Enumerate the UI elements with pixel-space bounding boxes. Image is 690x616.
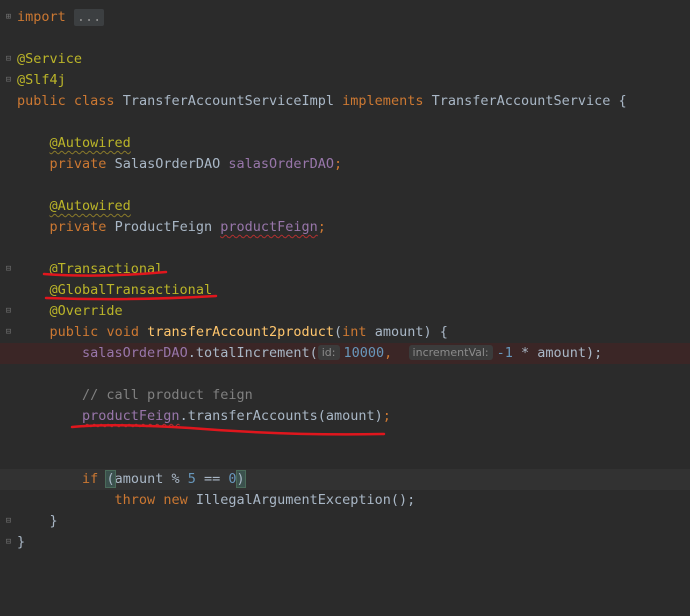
param-hint-id: id: (317, 345, 340, 360)
code-line-comment[interactable]: // call product feign (0, 385, 690, 406)
code-line-transactional[interactable]: ⊟ @Transactional (0, 259, 690, 280)
keyword: void (106, 324, 139, 340)
annotation: @Transactional (49, 261, 164, 277)
semicolon: ; (382, 408, 391, 424)
param-name: amount (374, 324, 424, 340)
keyword: implements (342, 93, 424, 109)
code-line-field-feign[interactable]: private ProductFeign productFeign; (0, 217, 690, 238)
interface-name: TransferAccountService (431, 93, 611, 109)
keyword: public (17, 93, 66, 109)
code-line-class-close[interactable]: ⊟ } (0, 532, 690, 553)
brace: } (17, 534, 26, 550)
matched-bracket: ) (235, 470, 246, 488)
brace: { (618, 93, 627, 109)
number-literal: 10000 (343, 345, 385, 361)
fold-end-icon[interactable]: ⊟ (4, 75, 13, 86)
keyword: throw (114, 492, 156, 508)
field-name: salasOrderDAO (82, 345, 188, 361)
number-literal: 5 (187, 471, 196, 487)
annotation: @Autowired (49, 135, 131, 151)
comment: // call product feign (82, 387, 253, 403)
code-line-autowired-2[interactable]: @Autowired (0, 196, 690, 217)
keyword: int (342, 324, 367, 340)
semicolon: ; (317, 219, 326, 235)
field-name: productFeign (82, 408, 180, 424)
annotation: @GlobalTransactional (49, 282, 213, 298)
method-name: transferAccount2product (147, 324, 335, 340)
code-line-method-close[interactable]: ⊟ } (0, 511, 690, 532)
keyword: if (82, 471, 99, 487)
number-literal: 0 (228, 471, 237, 487)
type-name: ProductFeign (114, 219, 213, 235)
code-line-slf4j[interactable]: ⊟ @Slf4j (0, 70, 690, 91)
number-literal: -1 (496, 345, 513, 361)
paren-brace: ) { (423, 324, 448, 340)
code-line-class-decl[interactable]: public class TransferAccountServiceImpl … (0, 91, 690, 112)
comma: , (384, 345, 393, 361)
semicolon: ; (334, 156, 343, 172)
annotation: @Autowired (49, 198, 131, 214)
code-line-override[interactable]: ⊟ @Override (0, 301, 690, 322)
paren: ( (334, 324, 343, 340)
code-line-import[interactable]: ⊞ import ... (0, 7, 690, 28)
expression: * amount); (512, 345, 603, 361)
fold-end-icon[interactable]: ⊟ (4, 537, 13, 548)
code-line-method-decl[interactable]: ⊟ public void transferAccount2product(in… (0, 322, 690, 343)
fold-collapse-icon[interactable]: ⊟ (4, 327, 13, 338)
keyword: new (163, 492, 188, 508)
code-line-total-increment[interactable]: salasOrderDAO.totalIncrement(id: 10000, i… (0, 343, 690, 364)
annotation: @Override (49, 303, 123, 319)
folded-imports-chip[interactable]: ... (73, 9, 105, 26)
fold-end-icon[interactable]: ⊟ (4, 516, 13, 527)
annotation: @Service (17, 51, 83, 67)
brace: } (49, 513, 58, 529)
keyword: private (49, 156, 107, 172)
fold-expand-icon[interactable]: ⊞ (4, 12, 13, 23)
text-caret (244, 470, 246, 486)
param-hint-increment: incrementVal: (408, 345, 493, 360)
field-name: productFeign (220, 219, 318, 235)
keyword: private (49, 219, 107, 235)
code-line-service[interactable]: ⊟ @Service (0, 49, 690, 70)
type-name: SalasOrderDAO (114, 156, 221, 172)
constructor-call: IllegalArgumentException(); (195, 492, 416, 508)
method-call: .totalIncrement( (187, 345, 318, 361)
fold-end-icon[interactable]: ⊟ (4, 306, 13, 317)
fold-collapse-icon[interactable]: ⊟ (4, 264, 13, 275)
class-name: TransferAccountServiceImpl (122, 93, 335, 109)
code-line-if[interactable]: if (amount % 5 == 0) (0, 469, 690, 490)
code-line-global-transactional[interactable]: @GlobalTransactional (0, 280, 690, 301)
keyword: public (49, 324, 99, 340)
code-line-throw[interactable]: throw new IllegalArgumentException(); (0, 490, 690, 511)
method-call: .transferAccounts(amount) (179, 408, 383, 424)
fold-collapse-icon[interactable]: ⊟ (4, 54, 13, 65)
code-line-feign-call[interactable]: productFeign.transferAccounts(amount); (0, 406, 690, 427)
matched-bracket: ( (105, 470, 116, 488)
expression: amount % (114, 471, 188, 487)
keyword: import (17, 9, 66, 25)
keyword: class (73, 93, 115, 109)
code-line-autowired-1[interactable]: @Autowired (0, 133, 690, 154)
code-line-field-dao[interactable]: private SalasOrderDAO salasOrderDAO; (0, 154, 690, 175)
operator: == (195, 471, 229, 487)
code-editor[interactable]: ⊞ import ... ⊟ @Service ⊟ @Slf4j public … (0, 0, 690, 568)
field-name: salasOrderDAO (228, 156, 335, 172)
annotation: @Slf4j (17, 72, 66, 88)
